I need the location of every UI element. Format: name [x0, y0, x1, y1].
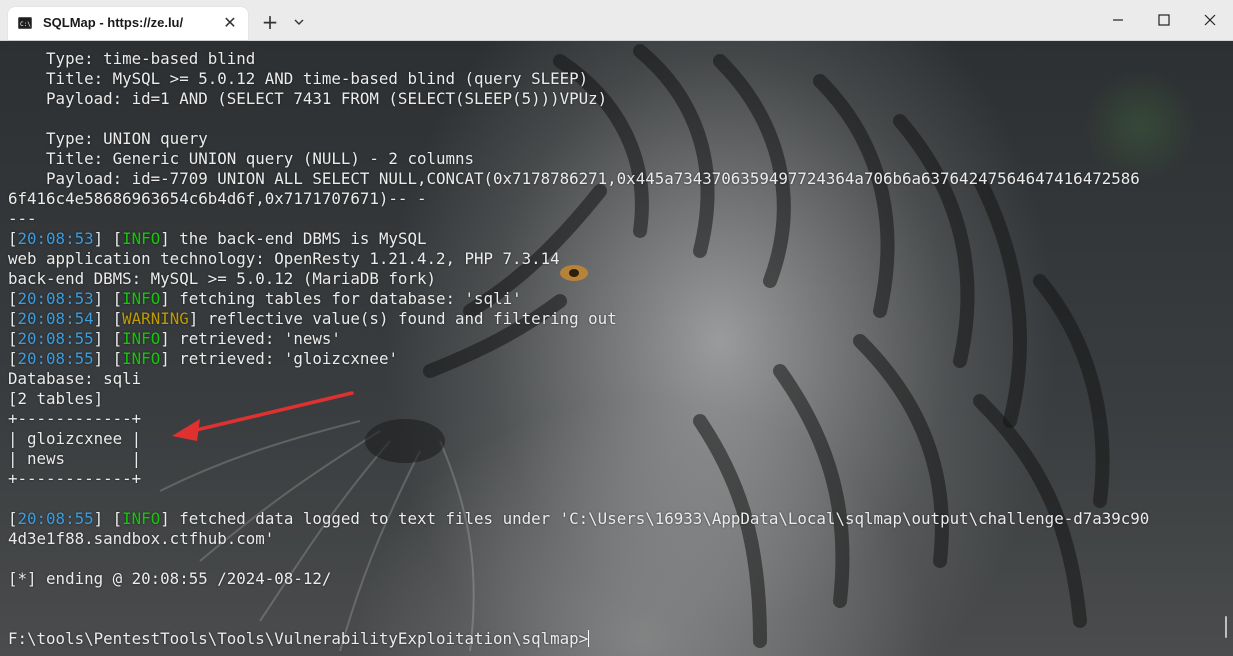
log-timestamp: 20:08:55	[17, 349, 94, 368]
log-level: WARNING	[122, 309, 189, 328]
terminal-text-segment: 6f416c4e58686963654c6b4d6f,0x7171707671)…	[8, 189, 427, 208]
close-window-button[interactable]	[1187, 0, 1233, 40]
terminal-text-segment: ] retrieved: 'news'	[160, 329, 341, 348]
terminal-line: [20:08:53] [INFO] fetching tables for da…	[8, 289, 1149, 309]
terminal-text-segment: ] [	[93, 309, 123, 328]
terminal-text-segment: [	[8, 289, 18, 308]
terminal-text-segment: back-end DBMS: MySQL >= 5.0.12 (MariaDB …	[8, 269, 436, 288]
title-bar: C:\ SQLMap - https://ze.lu/ ✕ +	[0, 0, 1233, 41]
terminal-line: Type: time-based blind	[8, 49, 1149, 69]
terminal-text-segment: Title: MySQL >= 5.0.12 AND time-based bl…	[8, 69, 589, 88]
terminal-text-segment: ] reflective value(s) found and filterin…	[188, 309, 617, 328]
log-timestamp: 20:08:55	[17, 329, 94, 348]
svg-text:C:\: C:\	[20, 21, 31, 28]
terminal-output[interactable]: Type: time-based blind Title: MySQL >= 5…	[0, 41, 1233, 656]
terminal-line: Title: MySQL >= 5.0.12 AND time-based bl…	[8, 69, 1149, 89]
log-level: INFO	[122, 509, 161, 528]
terminal-icon: C:\	[18, 17, 32, 29]
terminal-text-segment: | news |	[8, 449, 142, 468]
scrollbar-thumb[interactable]	[1225, 616, 1227, 638]
log-timestamp: 20:08:55	[17, 509, 94, 528]
terminal-text-segment: [	[8, 329, 18, 348]
terminal-line: 4d3e1f88.sandbox.ctfhub.com'	[8, 529, 1149, 549]
tab-dropdown-chevron-icon[interactable]	[289, 12, 309, 32]
terminal-text-segment: [	[8, 229, 18, 248]
terminal-line: | news |	[8, 449, 1149, 469]
log-level: INFO	[122, 349, 161, 368]
log-timestamp: 20:08:53	[17, 289, 94, 308]
terminal-line: 6f416c4e58686963654c6b4d6f,0x7171707671)…	[8, 189, 1149, 209]
maximize-button[interactable]	[1141, 0, 1187, 40]
terminal-text-segment: [2 tables]	[8, 389, 104, 408]
terminal-text-segment: Payload: id=1 AND (SELECT 7431 FROM (SEL…	[8, 89, 608, 108]
terminal-text-segment: Type: time-based blind	[8, 49, 256, 68]
terminal-line: Database: sqli	[8, 369, 1149, 389]
terminal-line: +------------+	[8, 469, 1149, 489]
terminal-line: ---	[8, 209, 1149, 229]
terminal-text-segment: Payload: id=-7709 UNION ALL SELECT NULL,…	[8, 169, 1140, 188]
terminal-text-segment: Title: Generic UNION query (NULL) - 2 co…	[8, 149, 475, 168]
terminal-line: [20:08:55] [INFO] retrieved: 'news'	[8, 329, 1149, 349]
terminal-line: [2 tables]	[8, 389, 1149, 409]
terminal-text-segment: [	[8, 309, 18, 328]
terminal-text-segment: ] [	[93, 289, 123, 308]
terminal-line: back-end DBMS: MySQL >= 5.0.12 (MariaDB …	[8, 269, 1149, 289]
terminal-text-segment: Type: UNION query	[8, 129, 208, 148]
log-timestamp: 20:08:53	[17, 229, 94, 248]
terminal-text-segment: ] [	[93, 329, 123, 348]
terminal-line: [20:08:53] [INFO] the back-end DBMS is M…	[8, 229, 1149, 249]
log-level: INFO	[122, 289, 161, 308]
terminal-text-segment: ] retrieved: 'gloizcxnee'	[160, 349, 398, 368]
terminal-line: [*] ending @ 20:08:55 /2024-08-12/	[8, 569, 1149, 589]
terminal-text-segment: 4d3e1f88.sandbox.ctfhub.com'	[8, 529, 275, 548]
terminal-text-segment: [*] ending @ 20:08:55 /2024-08-12/	[8, 569, 332, 588]
terminal-text-segment: Database: sqli	[8, 369, 142, 388]
terminal-text-segment: ] fetching tables for database: 'sqli'	[160, 289, 522, 308]
terminal-text-segment: F:\tools\PentestTools\Tools\Vulnerabilit…	[8, 629, 589, 648]
minimize-button[interactable]	[1095, 0, 1141, 40]
log-level: INFO	[122, 329, 161, 348]
terminal-window: C:\ SQLMap - https://ze.lu/ ✕ + Type: ti…	[0, 0, 1233, 656]
minimize-icon	[1113, 19, 1123, 21]
terminal-line: F:\tools\PentestTools\Tools\Vulnerabilit…	[8, 629, 1149, 649]
terminal-line: +------------+	[8, 409, 1149, 429]
terminal-line: [20:08:55] [INFO] fetched data logged to…	[8, 509, 1149, 529]
text-cursor	[588, 630, 590, 647]
terminal-text-segment: ] the back-end DBMS is MySQL	[160, 229, 427, 248]
close-icon	[1204, 14, 1216, 26]
log-timestamp: 20:08:54	[17, 309, 94, 328]
terminal-text-segment: web application technology: OpenResty 1.…	[8, 249, 560, 268]
terminal-text: Type: time-based blind Title: MySQL >= 5…	[8, 49, 1149, 649]
terminal-text-segment: +------------+	[8, 469, 142, 488]
terminal-text-segment: | gloizcxnee |	[8, 429, 142, 448]
maximize-icon	[1158, 14, 1170, 26]
terminal-text-segment: ] [	[93, 509, 123, 528]
terminal-line: web application technology: OpenResty 1.…	[8, 249, 1149, 269]
terminal-text-segment: [	[8, 349, 18, 368]
new-tab-button[interactable]: +	[259, 11, 281, 33]
terminal-text-segment: [	[8, 509, 18, 528]
tab-title: SQLMap - https://ze.lu/	[43, 15, 184, 30]
log-level: INFO	[122, 229, 161, 248]
terminal-line: Title: Generic UNION query (NULL) - 2 co…	[8, 149, 1149, 169]
terminal-text-segment: ] [	[93, 349, 123, 368]
terminal-line: Payload: id=-7709 UNION ALL SELECT NULL,…	[8, 169, 1149, 189]
terminal-line: Type: UNION query	[8, 129, 1149, 149]
terminal-text-segment: ] [	[93, 229, 123, 248]
terminal-text-segment: ---	[8, 209, 37, 228]
terminal-line: Payload: id=1 AND (SELECT 7431 FROM (SEL…	[8, 89, 1149, 109]
tab-close-icon[interactable]: ✕	[220, 13, 240, 33]
terminal-text-segment: +------------+	[8, 409, 142, 428]
terminal-line: [20:08:55] [INFO] retrieved: 'gloizcxnee…	[8, 349, 1149, 369]
terminal-line: [20:08:54] [WARNING] reflective value(s)…	[8, 309, 1149, 329]
tab-sqlmap[interactable]: C:\ SQLMap - https://ze.lu/ ✕	[8, 7, 248, 40]
terminal-text-segment: ] fetched data logged to text files unde…	[160, 509, 1150, 528]
terminal-line: | gloizcxnee |	[8, 429, 1149, 449]
